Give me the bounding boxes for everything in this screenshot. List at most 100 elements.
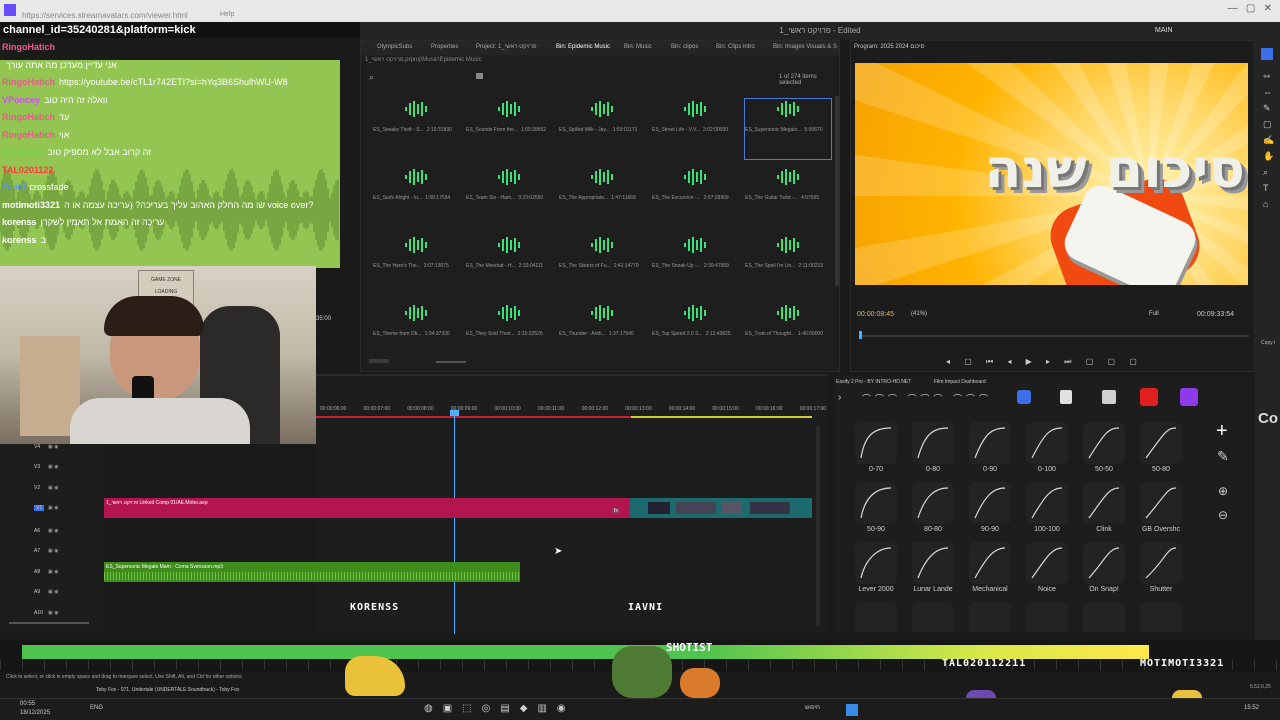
audio-clip-item[interactable]: ES_Train of Thought... 1:40:00000 [745,303,831,363]
chat-username[interactable]: RingoHatich [2,42,55,52]
ease-preset[interactable]: 0-70 [851,422,901,480]
audio-clip-item[interactable]: ES_Team Six - Ham... 3:23:02550 [466,167,552,227]
chat-username[interactable]: motimoti3321 [2,200,60,210]
help-menu[interactable]: Help [220,11,234,18]
ease-preset[interactable]: 90-90 [965,482,1015,540]
search-icon[interactable]: ⌕ [369,72,374,83]
delete-icon[interactable] [1140,388,1158,406]
selection-tool-icon[interactable] [1261,48,1273,60]
track-header[interactable]: A7 ▣ ◉ [22,548,92,558]
folder-icon[interactable] [476,73,483,79]
track-header[interactable]: V2 ▣ ◉ [22,485,92,495]
browser-url[interactable]: https://services.streamavatars.com/viewe… [22,11,188,20]
track-toggle-icon[interactable]: ▣ ◉ [48,589,58,595]
tab-easify[interactable]: Easify 2 Pro - BY INTRO-HD.NET [836,379,911,385]
taskbar-apps[interactable]: ◍▣⬚◎▤◆▥◉ [424,703,624,717]
ease-preset[interactable] [851,602,901,632]
track-label[interactable]: A9 [34,589,40,595]
chat-username[interactable]: RingoHatich [2,77,55,87]
audio-clip-item[interactable]: ES_Spilled Milk - Jay... 1:59:01171 [559,99,645,159]
workspace-label[interactable]: MAIN [1155,27,1173,34]
chat-username[interactable]: Amitweyz [2,147,44,157]
chat-username[interactable]: VPoncey [2,95,40,105]
audio-clip[interactable]: ES_Supersonic Megalo Mam - Coma Svensson… [104,562,520,582]
ease-preset[interactable]: 100-100 [1022,482,1072,540]
track-toggle-icon[interactable]: ▣ ◉ [48,548,58,554]
track-header[interactable]: V1 ▣ ◉ [22,505,92,515]
taskbar-search[interactable]: חיפוש [805,705,820,711]
tab-film-impact[interactable]: Film Impact Dashboard [934,379,986,385]
chat-username[interactable]: Zeeid [2,182,26,192]
ease-preset[interactable]: Lever 2000 [851,542,901,600]
add-icon[interactable]: + [1216,420,1228,443]
ease-preset[interactable]: Shutter [1136,542,1186,600]
audio-clip-item[interactable]: ES_Street Life - V.V... 2:02:00000 [652,99,738,159]
scrollbar[interactable] [835,96,839,286]
track-label[interactable]: A8 [34,569,40,575]
track-toggle-icon[interactable]: ▣ ◉ [48,610,58,616]
chat-username[interactable]: korenss [2,235,37,245]
ease-preset[interactable] [1022,602,1072,632]
program-scrubber[interactable] [859,335,1249,337]
language[interactable]: ENG [90,705,103,711]
timeline-playhead[interactable] [454,410,455,634]
zoom-in-icon[interactable]: ⊕ [1218,484,1228,498]
audio-clip-item[interactable]: ES_They Sold Their... 2:15:32520 [466,303,552,363]
playhead-handle[interactable] [450,410,459,416]
audio-clip-item[interactable]: ES_Supersonic Megalo... 5:00670 [744,98,832,160]
audio-clip-item[interactable]: ES_The Spell I'm Un... 2:11:00219 [745,235,831,295]
track-label[interactable]: V2 [34,485,40,491]
timeline-zoom-scroll[interactable] [9,622,89,624]
ease-preset[interactable] [908,602,958,632]
audio-clip-item[interactable]: ES_The Excursion -... 2:07:28909 [652,167,738,227]
ease-preset[interactable]: Mechanical [965,542,1015,600]
tab-project[interactable]: Project: 1_פרויקט ראשי [476,44,537,50]
ease-preset[interactable]: Clink [1079,482,1129,540]
track-toggle-icon[interactable]: ▣ ◉ [48,464,58,470]
edit-icon[interactable]: ✎ [1217,448,1229,465]
zoom-level[interactable]: (41%) [911,311,927,317]
tool-icons[interactable]: ⇿ ⇔ ✎ ▢ ✍ ✋ ⌕ T ⌂ [1263,68,1274,212]
ease-preset[interactable]: 0-90 [965,422,1015,480]
audio-clip-item[interactable]: ES_Theme from Ob... 1:34:37330 [373,303,459,363]
timeline-scrollbar[interactable] [816,426,820,626]
audio-clip-item[interactable]: ES_The Guitar Twist -... 4:07505 [745,167,831,227]
track-toggle-icon[interactable]: ▣ ◉ [48,528,58,534]
track-header[interactable]: V3 ▣ ◉ [22,464,92,474]
ease-preset[interactable]: 80-80 [908,482,958,540]
track-header[interactable]: A6 ▣ ◉ [22,528,92,538]
track-header[interactable]: A9 ▣ ◉ [22,589,92,599]
window-controls[interactable]: — ▢ ✕ [1228,3,1273,14]
chat-username[interactable]: RingoHatich [2,112,55,122]
audio-clip-item[interactable]: ES_The Appropriate... 1:47:11668 [559,167,645,227]
tab-properties[interactable]: Properties [431,44,458,50]
track-toggle-icon[interactable]: ▣ ◉ [48,485,58,491]
ease-preset[interactable]: 0-80 [908,422,958,480]
ease-preset[interactable]: Noice [1022,542,1072,600]
forward-icon[interactable] [1180,388,1198,406]
ease-icons[interactable]: ⌒⌒⌒ ⌒⌒⌒ ⌒⌒⌒ [862,392,992,405]
track-label[interactable]: V3 [34,464,40,470]
ease-preset[interactable]: 50-50 [1079,422,1129,480]
zoom-out-icon[interactable]: ⊖ [1218,508,1228,522]
audio-clip-item[interactable]: ES_Top Speed 2.0 S... 2:12:43825 [652,303,738,363]
track-toggle-icon[interactable]: ▣ ◉ [48,505,58,511]
audio-clip-item[interactable]: ES_Thunder - Anth... 1:37:17540 [559,303,645,363]
zoom-slider[interactable] [436,361,466,363]
audio-clip-item[interactable]: ES_The Sneak-Up -... 2:39:47909 [652,235,738,295]
track-label[interactable]: A6 [34,528,40,534]
track-toggle-icon[interactable]: ▣ ◉ [48,444,58,450]
chat-username[interactable]: RingoHatich [2,130,55,140]
ease-preset[interactable]: Lunar Lande [908,542,958,600]
audio-clip-item[interactable]: ES_The Meerkat - H... 2:33:04111 [466,235,552,295]
chat-username[interactable]: TAL0201122 [2,165,53,175]
tab-music[interactable]: Bin: Music [624,44,652,50]
ease-preset[interactable]: 50-80 [1136,422,1186,480]
transport-controls[interactable]: ◂ ▢ ⏮ ◂ ▶ ▸ ⏭ ▢ ▢ ▢ [946,357,1196,367]
ease-preset[interactable]: On Snap! [1079,542,1129,600]
track-header[interactable]: A10 ▣ ◉ [22,610,92,620]
quality-select[interactable]: Full [1149,311,1159,317]
track-label[interactable]: V4 [34,444,40,450]
tab-clipos[interactable]: Bin: clipos [671,44,698,50]
view-toggle[interactable] [369,359,389,363]
